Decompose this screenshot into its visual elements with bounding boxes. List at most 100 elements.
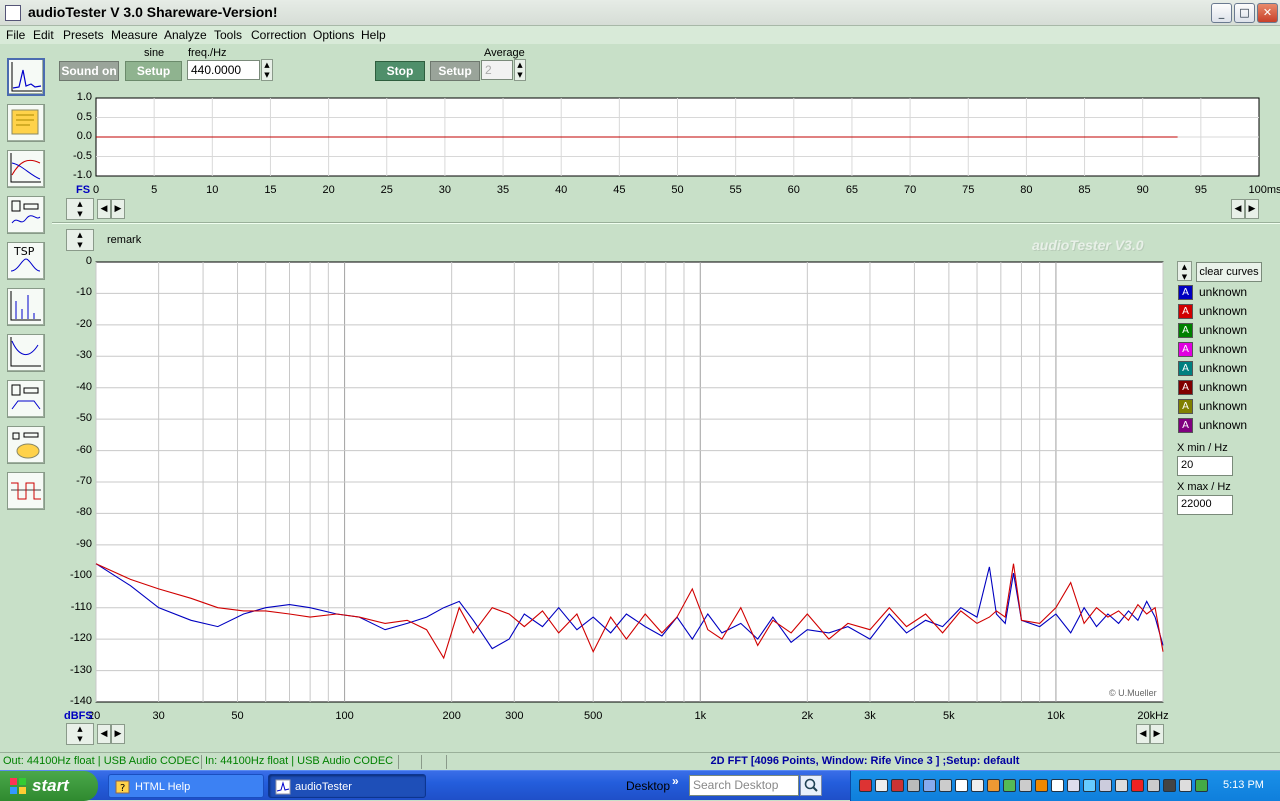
spectrum-y-spinner[interactable]: ▲ ▼ [66, 723, 94, 745]
clear-curves-button[interactable]: clear curves [1196, 262, 1262, 282]
scope-time-right-button[interactable]: ▶ [1245, 199, 1259, 219]
average-label: Average [484, 47, 525, 59]
menu-file[interactable]: File [6, 28, 25, 42]
spectrum-x-tick-label: 20 [88, 710, 101, 722]
tray-app-icon[interactable] [1115, 779, 1128, 792]
menu-help[interactable]: Help [361, 28, 386, 42]
fft-analyzer-tool-icon[interactable] [7, 58, 45, 96]
sweep-tool-icon[interactable] [7, 380, 45, 418]
frequency-input[interactable]: 440.0000 [187, 60, 260, 80]
spectrum-freq-right-button[interactable]: ▶ [1150, 724, 1164, 744]
curve-legend-item[interactable]: Aunknown [1178, 398, 1276, 415]
menu-correction[interactable]: Correction [251, 28, 306, 42]
tray-app-icon[interactable] [1195, 779, 1208, 792]
maximize-button[interactable]: □ [1234, 3, 1255, 23]
curve-color-swatch[interactable]: A [1178, 342, 1193, 357]
desktop-search-input[interactable]: Search Desktop [689, 775, 799, 796]
tray-app-icon[interactable] [1003, 779, 1016, 792]
help-book-icon: ? [115, 780, 130, 794]
impedance-tool-icon[interactable] [7, 196, 45, 234]
spectrum-panel [95, 261, 1164, 703]
curve-color-swatch[interactable]: A [1178, 380, 1193, 395]
tray-app-icon[interactable] [891, 779, 904, 792]
menu-options[interactable]: Options [313, 28, 354, 42]
curve-legend-item[interactable]: Aunknown [1178, 322, 1276, 339]
scope-y-tick-label: 0.0 [76, 130, 92, 142]
tray-app-icon[interactable] [907, 779, 920, 792]
waveform-generator-tool-icon[interactable] [7, 426, 45, 464]
xmin-input[interactable]: 20 [1177, 456, 1233, 476]
scope-x-tick-label: 75 [962, 184, 975, 196]
spectrum-y-tick-label: -30 [76, 349, 92, 362]
tray-app-icon[interactable] [1147, 779, 1160, 792]
task-html-help[interactable]: HTML Help ? [108, 774, 264, 798]
task-audiotester[interactable]: audioTester [268, 774, 426, 798]
curve-color-swatch[interactable]: A [1178, 399, 1193, 414]
sound-on-button[interactable]: Sound on [59, 61, 119, 81]
tray-app-icon[interactable] [1163, 779, 1176, 792]
tray-app-icon[interactable] [875, 779, 888, 792]
tray-app-icon[interactable] [1051, 779, 1064, 792]
curve-legend-item[interactable]: Aunknown [1178, 360, 1276, 377]
toolbar-expand-icon[interactable]: » [672, 774, 679, 788]
menu-tools[interactable]: Tools [214, 28, 242, 42]
tray-app-icon[interactable] [923, 779, 936, 792]
scope-zoom-spinner[interactable]: ▲ ▼ [66, 198, 94, 220]
tray-app-icon[interactable] [1099, 779, 1112, 792]
scope-scroll-right-button[interactable]: ▶ [111, 199, 125, 219]
curve-color-swatch[interactable]: A [1178, 323, 1193, 338]
spectrum-y-tick-label: -120 [69, 632, 92, 645]
frequency-response-tool-icon[interactable] [7, 150, 45, 188]
tray-app-icon[interactable] [939, 779, 952, 792]
average-spinner[interactable]: ▲ ▼ [514, 59, 526, 81]
legend-spinner[interactable]: ▲ ▼ [1177, 261, 1192, 281]
tray-app-icon[interactable] [987, 779, 1000, 792]
curve-color-swatch[interactable]: A [1178, 418, 1193, 433]
xmax-input[interactable]: 22000 [1177, 495, 1233, 515]
tray-app-icon[interactable] [1019, 779, 1032, 792]
tray-app-icon[interactable] [1035, 779, 1048, 792]
tray-app-icon[interactable] [955, 779, 968, 792]
curve-legend-item[interactable]: Aunknown [1178, 341, 1276, 358]
curve-legend-item[interactable]: Aunknown [1178, 284, 1276, 301]
menu-edit[interactable]: Edit [33, 28, 54, 42]
recorder-tool-icon[interactable] [7, 104, 45, 142]
tray-app-icon[interactable] [1083, 779, 1096, 792]
analyzer-setup-button[interactable]: Setup [430, 61, 480, 81]
distortion-tool-icon[interactable] [7, 334, 45, 372]
curve-color-swatch[interactable]: A [1178, 304, 1193, 319]
scope-time-left-button[interactable]: ◀ [1231, 199, 1245, 219]
curve-color-swatch[interactable]: A [1178, 285, 1193, 300]
tray-app-icon[interactable] [1179, 779, 1192, 792]
curve-legend-item[interactable]: Aunknown [1178, 379, 1276, 396]
spectrum-scroll-left-button[interactable]: ◀ [97, 724, 111, 744]
system-tray: 5:13 PM [850, 771, 1280, 801]
frequency-spinner[interactable]: ▲ ▼ [261, 59, 273, 81]
menu-measure[interactable]: Measure [111, 28, 158, 42]
close-button[interactable]: ✕ [1257, 3, 1278, 23]
scope-scroll-left-button[interactable]: ◀ [97, 199, 111, 219]
start-button[interactable]: start [0, 771, 98, 801]
average-input[interactable]: 2 [481, 60, 513, 80]
spectrum-scroll-right-button[interactable]: ▶ [111, 724, 125, 744]
tray-app-icon[interactable] [1067, 779, 1080, 792]
tray-app-icon[interactable] [971, 779, 984, 792]
xmin-label: X min / Hz [1177, 442, 1228, 454]
menu-analyze[interactable]: Analyze [164, 28, 207, 42]
curve-legend-item[interactable]: Aunknown [1178, 303, 1276, 320]
spectrum-zoom-spinner[interactable]: ▲ ▼ [66, 229, 94, 251]
oscilloscope-tool-icon[interactable] [7, 472, 45, 510]
curve-legend-item[interactable]: Aunknown [1178, 417, 1276, 434]
search-icon[interactable] [800, 775, 822, 796]
stop-button[interactable]: Stop [375, 61, 425, 81]
tsp-tool-icon[interactable]: TSP [7, 242, 45, 280]
curve-color-swatch[interactable]: A [1178, 361, 1193, 376]
tray-app-icon[interactable] [1131, 779, 1144, 792]
tray-app-icon[interactable] [859, 779, 872, 792]
menu-presets[interactable]: Presets [63, 28, 104, 42]
minimize-button[interactable]: _ [1211, 3, 1232, 23]
spectrum-freq-left-button[interactable]: ◀ [1136, 724, 1150, 744]
spectrum-peaks-tool-icon[interactable] [7, 288, 45, 326]
generator-setup-button[interactable]: Setup [125, 61, 182, 81]
spectrum-x-tick-label: 200 [442, 710, 461, 722]
